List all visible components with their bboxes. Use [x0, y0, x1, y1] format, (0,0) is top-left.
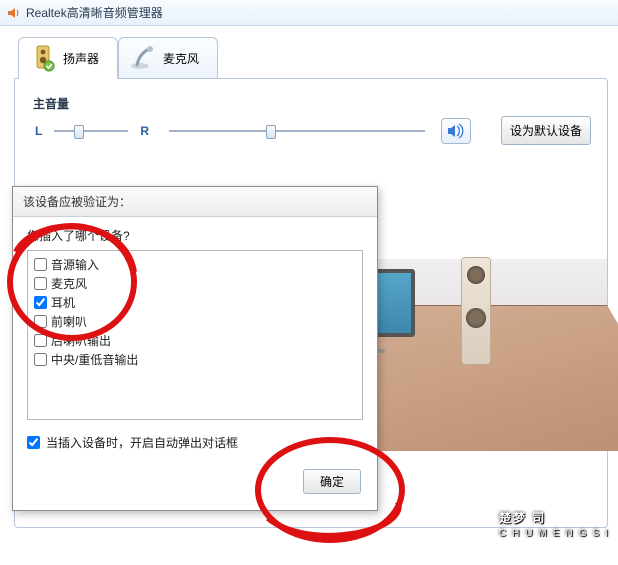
- balance-right-label: R: [136, 124, 153, 138]
- option-front-speaker-checkbox[interactable]: [34, 315, 47, 328]
- option-mic-checkbox[interactable]: [34, 277, 47, 290]
- tab-strip: 扬声器 麦克风: [18, 36, 608, 78]
- balance-left-label: L: [31, 124, 46, 138]
- watermark: 楚梦 司 CHUMENGSI: [499, 502, 614, 539]
- app-icon: [6, 6, 20, 20]
- master-volume-slider[interactable]: [169, 123, 425, 139]
- mute-button[interactable]: [441, 118, 471, 144]
- window-title: Realtek高清晰音频管理器: [26, 4, 163, 21]
- microphone-icon: [129, 44, 157, 72]
- options-list: 音源输入 麦克风 耳机 前喇叭 后喇叭输出 中央/重低音输出: [27, 250, 363, 420]
- tab-microphone[interactable]: 麦克风: [118, 37, 218, 79]
- auto-popup-checkbox[interactable]: [27, 436, 40, 449]
- option-headphone[interactable]: 耳机: [34, 293, 356, 312]
- set-default-button[interactable]: 设为默认设备: [501, 116, 591, 145]
- app-body: 扬声器 麦克风 主音量 L R: [0, 26, 618, 545]
- option-line-in-checkbox[interactable]: [34, 258, 47, 271]
- sound-icon: [447, 123, 465, 139]
- option-front-speaker[interactable]: 前喇叭: [34, 312, 356, 331]
- option-rear-speaker[interactable]: 后喇叭输出: [34, 331, 356, 350]
- option-center-sub-checkbox[interactable]: [34, 353, 47, 366]
- tab-microphone-label: 麦克风: [163, 50, 199, 67]
- option-line-in[interactable]: 音源输入: [34, 255, 356, 274]
- speaker-icon: [29, 44, 57, 72]
- balance-slider[interactable]: [54, 123, 128, 139]
- stage-speaker-right[interactable]: [461, 257, 491, 365]
- auto-popup-toggle[interactable]: 当插入设备时，开启自动弹出对话框: [27, 434, 363, 451]
- option-center-sub[interactable]: 中央/重低音输出: [34, 350, 356, 369]
- tab-speaker-label: 扬声器: [63, 50, 99, 67]
- option-mic[interactable]: 麦克风: [34, 274, 356, 293]
- ok-button[interactable]: 确定: [303, 469, 361, 494]
- option-rear-speaker-checkbox[interactable]: [34, 334, 47, 347]
- dialog-title: 该设备应被验证为：: [13, 187, 377, 217]
- option-headphone-checkbox[interactable]: [34, 296, 47, 309]
- volume-row: L R 设为默认设备: [31, 116, 591, 145]
- dialog-prompt: 您插入了哪个设备?: [27, 227, 363, 244]
- tab-speaker[interactable]: 扬声器: [18, 37, 118, 79]
- master-volume-label: 主音量: [33, 95, 591, 112]
- device-dialog: 该设备应被验证为： 您插入了哪个设备? 音源输入 麦克风 耳机 前喇叭 后喇叭输…: [12, 186, 378, 511]
- window-titlebar: Realtek高清晰音频管理器: [0, 0, 618, 26]
